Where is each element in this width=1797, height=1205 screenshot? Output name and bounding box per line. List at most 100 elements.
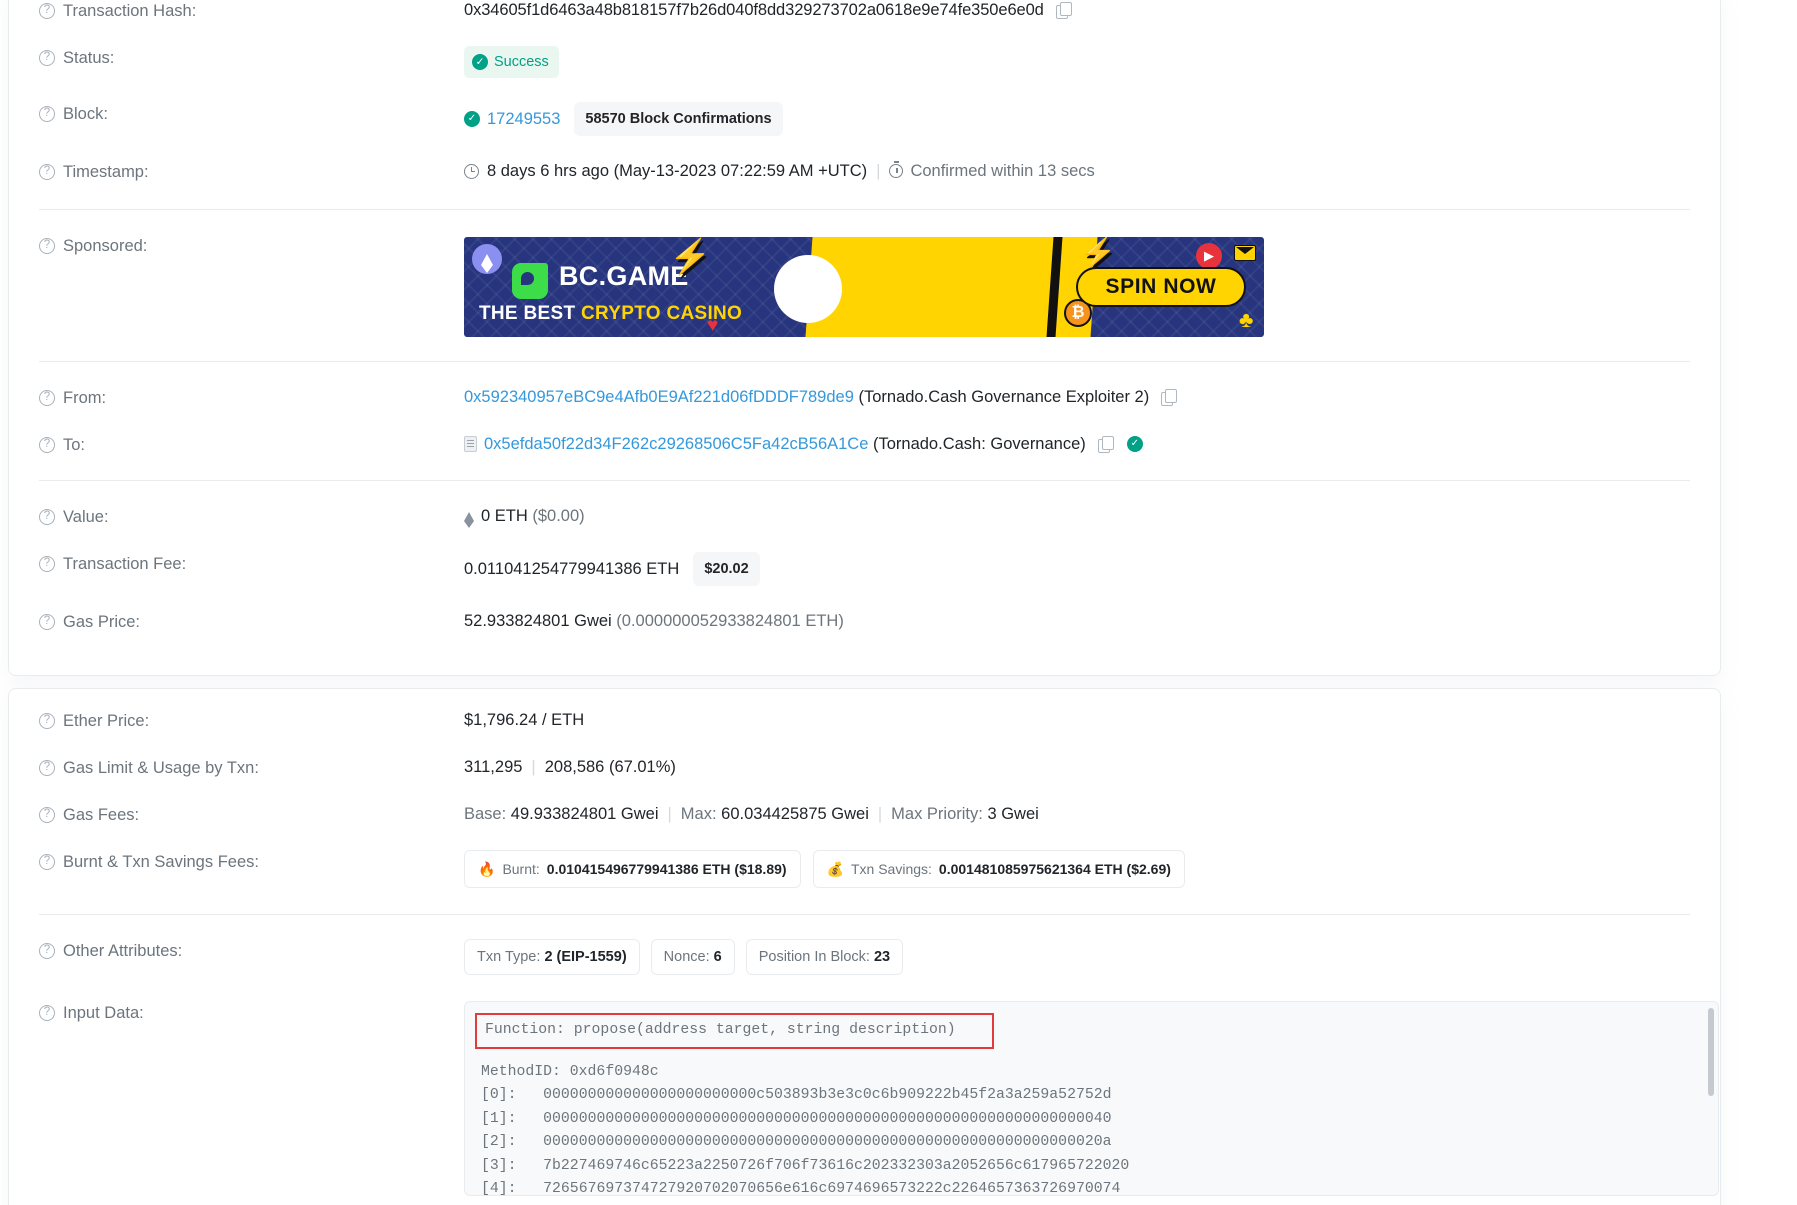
sponsored-value: BC.GAME THE BEST CRYPTO CASINO ⚡ ⚡ ♥ ♣ ₿… [464,234,1690,337]
row-gas-fees: ? Gas Fees: Base: 49.933824801 Gwei | Ma… [39,791,1690,838]
copy-icon[interactable] [1097,435,1114,453]
ethereum-diamond-icon [464,511,474,528]
gas-base-label: Base: [464,805,507,823]
gas-fees-label: ? Gas Fees: [39,803,464,826]
label-text: To: [63,436,86,454]
row-gas-price: ? Gas Price: 52.933824801 Gwei (0.000000… [39,598,1690,645]
gas-fees-separator: | [877,805,883,823]
input-data-hex: 0000000000000000000000000000000000000000… [543,1134,1112,1150]
input-data-index: [4]: [481,1181,517,1196]
sponsored-banner[interactable]: BC.GAME THE BEST CRYPTO CASINO ⚡ ⚡ ♥ ♣ ₿… [464,237,1264,337]
gas-priority-label: Max Priority: [891,805,983,823]
input-data-hex: 7b227469746c65223a2250726f706f73616c2023… [543,1157,1130,1174]
block-confirmations-badge: 58570 Block Confirmations [574,102,783,136]
block-number-link[interactable]: 17249553 [487,108,560,130]
timestamp-value: 8 days 6 hrs ago (May-13-2023 07:22:59 A… [464,160,1690,182]
block-value: ✓ 17249553 58570 Block Confirmations [464,102,1690,136]
function-signature: Function: propose(address target, string… [475,1013,994,1049]
input-data-line: [0]: 000000000000000000000000c503893b3e3… [481,1084,1702,1108]
gas-used-amount: 208,586 (67.01%) [544,758,676,776]
spin-now-button[interactable]: SPIN NOW [1076,267,1246,307]
clock-icon [464,163,479,179]
to-address-link[interactable]: 0x5efda50f22d34F262c29268506C5Fa42cB56A1… [484,433,868,455]
gas-price-gwei: 52.933824801 Gwei [464,612,612,630]
ethereum-icon [472,244,502,274]
transaction-overview-card: ? Transaction Hash: 0x34605f1d6463a48b81… [8,0,1721,676]
banner-tagline-plain: THE BEST [479,303,581,324]
ether-price-label: ? Ether Price: [39,709,464,732]
divider [39,361,1690,362]
gas-limit-label: ? Gas Limit & Usage by Txn: [39,756,464,779]
input-data-textarea[interactable]: Function: propose(address target, string… [464,1001,1719,1196]
divider [39,209,1690,210]
help-icon[interactable]: ? [39,50,55,66]
money-icon: 💰 [826,861,844,877]
copy-icon[interactable] [1161,388,1178,406]
gas-price-eth: (0.000000052933824801 ETH) [616,612,844,630]
help-icon[interactable]: ? [39,1005,55,1021]
flame-icon: 🔥 [478,861,496,877]
txn-type-value: 2 (EIP-1559) [544,949,627,965]
help-icon[interactable]: ? [39,437,55,453]
help-icon[interactable]: ? [39,614,55,630]
transaction-hash-value: 0x34605f1d6463a48b818157f7b26d040f8dd329… [464,0,1690,21]
copy-icon[interactable] [1055,1,1072,19]
txn-type-label: Txn Type: [477,949,541,965]
gas-fees-value: Base: 49.933824801 Gwei | Max: 60.034425… [464,803,1690,825]
txn-type-chip: Txn Type: 2 (EIP-1559) [464,939,640,975]
help-icon[interactable]: ? [39,164,55,180]
burnt-value: 0.010415496779941386 ETH ($18.89) [546,861,787,877]
help-icon[interactable]: ? [39,509,55,525]
banner-tagline: THE BEST CRYPTO CASINO [479,303,742,325]
help-icon[interactable]: ? [39,238,55,254]
row-to: ? To: 0x5efda50f22d34F262c29268506C5Fa42… [39,421,1690,468]
status-value: ✓ Success [464,46,1690,78]
help-icon[interactable]: ? [39,713,55,729]
row-status: ? Status: ✓ Success [39,34,1690,90]
label-text: Status: [63,49,115,67]
help-icon[interactable]: ? [39,390,55,406]
help-icon[interactable]: ? [39,556,55,572]
label-text: Timestamp: [63,163,149,181]
nonce-chip: Nonce: 6 [650,939,735,975]
to-address-tag: (Tornado.Cash: Governance) [872,435,1086,453]
help-icon[interactable]: ? [39,106,55,122]
row-timestamp: ? Timestamp: 8 days 6 hrs ago (May-13-20… [39,148,1690,195]
burnt-savings-label: ? Burnt & Txn Savings Fees: [39,850,464,873]
other-attributes-value: Txn Type: 2 (EIP-1559) Nonce: 6 Position… [464,939,1690,975]
help-icon[interactable]: ? [39,807,55,823]
transaction-fee-label: ? Transaction Fee: [39,552,464,575]
row-sponsored: ? Sponsored: BC.GAME THE BEST CRYPTO CAS… [39,216,1690,355]
input-data-value: Function: propose(address target, string… [464,1001,1719,1196]
input-data-index: [2]: [481,1134,517,1150]
gas-base-value: 49.933824801 Gwei [510,805,659,823]
help-icon[interactable]: ? [39,943,55,959]
label-text: Input Data: [63,1004,144,1022]
burnt-label: Burnt: [502,861,540,877]
help-icon[interactable]: ? [39,760,55,776]
input-data-label: ? Input Data: [39,1001,464,1024]
transaction-details-card: ? Ether Price: $1,796.24 / ETH ? Gas Lim… [8,688,1721,1205]
from-address-link[interactable]: 0x592340957eBC9e4Afb0E9Af221d06fDDDF789d… [464,386,854,408]
from-value: 0x592340957eBC9e4Afb0E9Af221d06fDDDF789d… [464,386,1690,408]
divider [39,480,1690,481]
label-text: Other Attributes: [63,942,183,960]
gas-price-value: 52.933824801 Gwei (0.000000052933824801 … [464,610,1690,632]
value-eth: 0 ETH [481,507,528,525]
gas-limit-separator: | [531,758,536,776]
status-text: Success [494,54,549,70]
gas-fees-separator: | [667,805,672,823]
label-text: Sponsored: [63,237,148,255]
help-icon[interactable]: ? [39,854,55,870]
help-icon[interactable]: ? [39,3,55,19]
scrollbar-thumb[interactable] [1708,1008,1714,1096]
bcgame-logo-icon [512,263,548,299]
input-data-line: [1]: 00000000000000000000000000000000000… [481,1108,1702,1132]
label-text: Ether Price: [63,712,150,730]
from-label: ? From: [39,386,464,409]
envelope-icon [1234,245,1256,261]
transaction-hash-text: 0x34605f1d6463a48b818157f7b26d040f8dd329… [464,1,1044,19]
input-data-hex: 0000000000000000000000000000000000000000… [543,1110,1112,1127]
input-data-scrollbar[interactable] [1708,1008,1714,1190]
label-text: From: [63,389,107,407]
